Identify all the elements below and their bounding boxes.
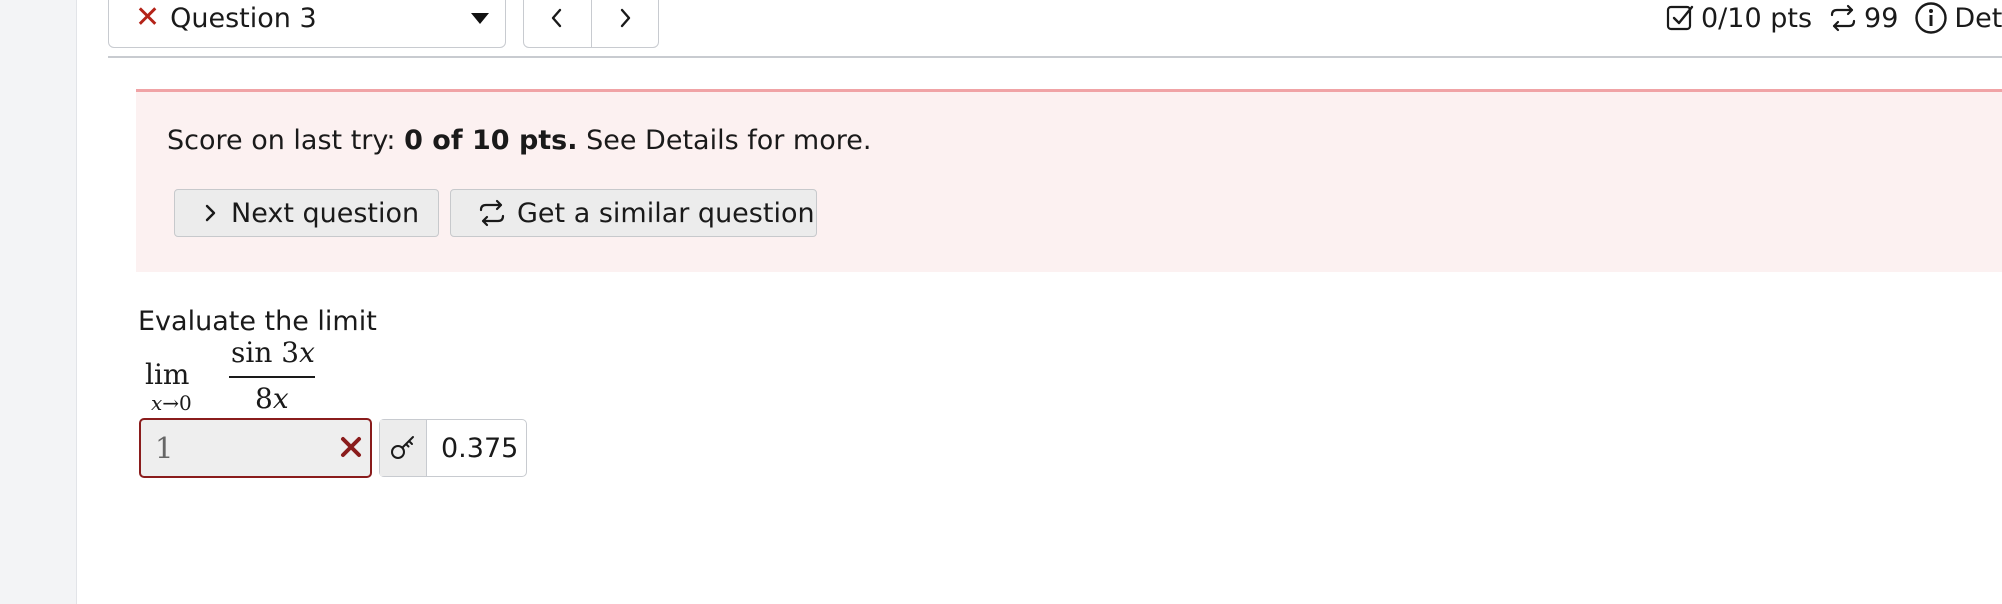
answer-input[interactable] xyxy=(155,428,325,468)
retry-icon xyxy=(1830,4,1856,32)
next-question-label: Next question xyxy=(231,197,420,229)
points-status: 0/10 pts xyxy=(1665,3,1812,34)
lim-operator: lim xyxy=(145,358,190,391)
chevron-right-icon xyxy=(203,203,217,223)
score-prefix: Score on last try: xyxy=(167,125,405,156)
denominator: 8x xyxy=(255,382,289,415)
similar-question-button[interactable]: Get a similar question xyxy=(450,189,817,237)
key-icon xyxy=(380,420,427,476)
score-message: Score on last try: 0 of 10 pts. See Deta… xyxy=(167,125,871,156)
prev-question-button[interactable] xyxy=(524,0,591,47)
score-value: 0 of 10 pts. xyxy=(404,125,578,156)
details-link[interactable]: Det xyxy=(1914,1,2002,35)
caret-down-icon xyxy=(471,13,489,24)
lim-target: 0 xyxy=(179,391,192,415)
retry-icon xyxy=(477,198,507,228)
chevron-right-icon xyxy=(620,8,630,28)
x-icon: ✕ xyxy=(135,0,161,35)
checkbox-icon xyxy=(1666,5,1694,31)
header-status: 0/10 pts 99 Det xyxy=(1665,0,2002,36)
info-icon xyxy=(1915,2,1948,34)
header-divider xyxy=(108,56,2002,58)
attempts-text: 99 xyxy=(1864,2,1899,34)
denominator-var: x xyxy=(272,382,289,415)
details-text: Det xyxy=(1954,2,2002,34)
question-select-label: Question 3 xyxy=(170,2,317,34)
lim-arrow: → xyxy=(162,391,180,415)
correct-answer-value: 0.375 xyxy=(441,432,519,464)
fraction-bar xyxy=(229,376,315,378)
answer-field xyxy=(139,418,372,478)
numerator-var: x xyxy=(299,336,315,369)
question-prompt: Evaluate the limit xyxy=(138,306,377,337)
question-nav xyxy=(523,0,659,48)
score-suffix: See Details for more. xyxy=(577,125,872,156)
points-text: 0/10 pts xyxy=(1701,2,1813,34)
similar-question-label: Get a similar question xyxy=(517,197,815,229)
lim-variable: x xyxy=(151,391,163,415)
denominator-coef: 8 xyxy=(255,382,273,415)
numerator-fn: sin 3 xyxy=(231,336,300,369)
next-question-nav-button[interactable] xyxy=(590,0,659,47)
incorrect-x-icon xyxy=(338,434,364,464)
numerator: sin 3x xyxy=(231,336,315,369)
next-question-button[interactable]: Next question xyxy=(174,189,439,237)
question-select[interactable]: ✕ Question 3 xyxy=(108,0,506,48)
chevron-left-icon xyxy=(552,8,562,28)
score-panel: Score on last try: 0 of 10 pts. See Deta… xyxy=(136,89,2002,272)
main-page: ✕ Question 3 0/10 pts 99 Det Score on la… xyxy=(76,0,2002,604)
lim-subscript: x→0 xyxy=(151,391,192,415)
correct-answer-box: 0.375 xyxy=(379,419,527,477)
attempts-status: 99 xyxy=(1828,3,1898,34)
